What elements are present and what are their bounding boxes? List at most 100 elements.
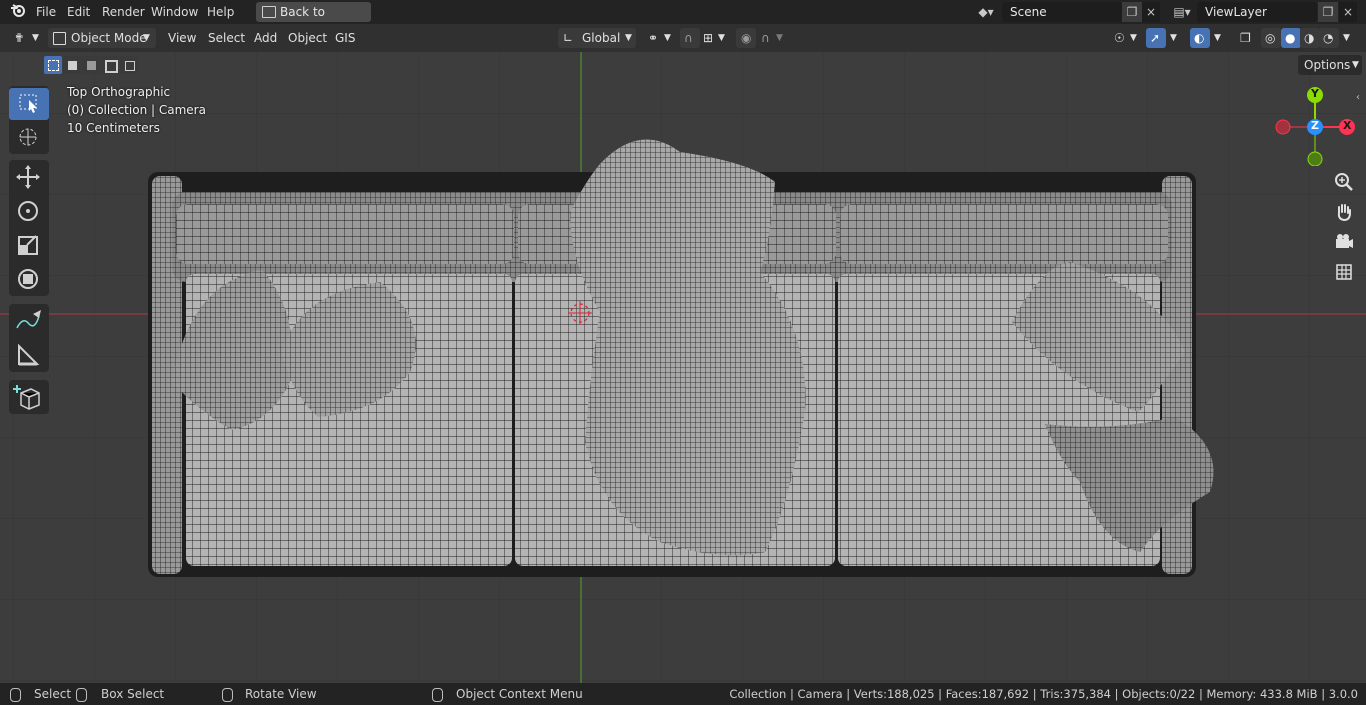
- chevron-down-icon: ▼: [1352, 60, 1359, 70]
- shading-dropdown[interactable]: ▼: [1340, 28, 1356, 48]
- select-intersect-mode-button[interactable]: [120, 56, 138, 74]
- viewlayer-name: ViewLayer: [1205, 5, 1267, 19]
- menu-window[interactable]: Window: [151, 0, 198, 24]
- measure-tool[interactable]: [9, 340, 49, 372]
- pivot-point-dropdown[interactable]: ⚭ ▼: [646, 28, 674, 48]
- new-scene-icon[interactable]: ❐: [1122, 2, 1142, 22]
- menu-select[interactable]: Select: [208, 28, 245, 48]
- annotate-tool[interactable]: [9, 306, 49, 338]
- delete-viewlayer-icon[interactable]: ×: [1339, 2, 1357, 22]
- transform-icon: [18, 269, 38, 289]
- add-cube-tool[interactable]: [9, 381, 49, 413]
- select-invert-icon: [105, 60, 118, 73]
- pan-button[interactable]: [1331, 199, 1357, 225]
- shading-rendered-button[interactable]: ◔: [1319, 28, 1339, 48]
- camera-icon: [1336, 234, 1353, 248]
- chevron-down-icon: ▼: [32, 33, 39, 43]
- tool-shelf-annotate: [9, 304, 49, 372]
- zoom-button[interactable]: [1331, 169, 1357, 195]
- shading-wireframe-button[interactable]: ◎: [1261, 28, 1281, 48]
- select-intersect-icon: [125, 61, 135, 71]
- gizmo-dropdown[interactable]: ▼: [1167, 28, 1183, 48]
- menu-edit[interactable]: Edit: [67, 0, 90, 24]
- blender-logo-icon[interactable]: [8, 2, 28, 22]
- add-cube-icon: [13, 385, 40, 410]
- chevron-down-icon: ▼: [1214, 33, 1221, 43]
- viewport-scene: [0, 52, 1366, 683]
- scene-type-icon[interactable]: ◆▾: [972, 2, 1000, 22]
- tool-shelf-add: [9, 380, 49, 414]
- view-name-label: Top Orthographic: [67, 85, 171, 99]
- move-tool[interactable]: [9, 162, 49, 194]
- menu-view[interactable]: View: [168, 28, 196, 48]
- select-new-icon: [48, 60, 59, 71]
- transform-tool[interactable]: [9, 264, 49, 296]
- menu-add[interactable]: Add: [254, 28, 277, 48]
- tool-shelf-top: [9, 86, 49, 154]
- status-context-menu-label: Object Context Menu: [456, 687, 583, 701]
- perspective-toggle-button[interactable]: [1331, 259, 1357, 285]
- rotate-tool[interactable]: [9, 196, 49, 228]
- menu-gis[interactable]: GIS: [335, 28, 355, 48]
- camera-view-button[interactable]: [1331, 229, 1357, 255]
- scale-tool[interactable]: [9, 230, 49, 262]
- navigation-gizmo[interactable]: Y Z X: [1272, 86, 1358, 167]
- scene-selector[interactable]: Scene: [1002, 2, 1122, 22]
- gizmo-toggle[interactable]: ➚: [1146, 28, 1166, 48]
- editor-type-dropdown[interactable]: ✟ ▼: [8, 28, 42, 48]
- proportional-edit-icon: ◉: [741, 31, 752, 45]
- transform-orientation-dropdown[interactable]: ∟ Global ▼: [558, 28, 636, 48]
- viewlayer-type-icon[interactable]: ▤▾: [1168, 2, 1196, 22]
- options-dropdown[interactable]: Options ▼: [1298, 55, 1362, 75]
- chevron-down-icon: ▼: [625, 33, 632, 43]
- annotate-pen-icon: [16, 310, 41, 329]
- ruler-icon: [18, 343, 40, 366]
- chevron-down-icon: ▼: [1130, 33, 1137, 43]
- gizmo-y-label: Y: [1311, 87, 1319, 100]
- menu-object[interactable]: Object: [288, 28, 327, 48]
- sidebar-toggle-icon[interactable]: ‹: [1356, 92, 1366, 106]
- status-rotate-view-label: Rotate View: [245, 687, 317, 701]
- mouse-left-icon: [10, 688, 21, 702]
- select-extend-mode-button[interactable]: [63, 56, 81, 74]
- shading-material-button[interactable]: ◑: [1300, 28, 1320, 48]
- menu-file[interactable]: File: [36, 0, 56, 24]
- chevron-down-icon: ▼: [664, 33, 671, 43]
- new-viewlayer-icon[interactable]: ❐: [1318, 2, 1338, 22]
- 3d-viewport[interactable]: Top Orthographic (0) Collection | Camera…: [0, 52, 1366, 683]
- delete-scene-icon[interactable]: ×: [1142, 2, 1160, 22]
- menu-help[interactable]: Help: [207, 0, 234, 24]
- select-invert-mode-button[interactable]: [101, 56, 119, 74]
- pivot-icon: ⚭: [648, 31, 659, 45]
- xray-toggle[interactable]: ❐: [1236, 28, 1256, 48]
- overlays-dropdown[interactable]: ▼: [1211, 28, 1227, 48]
- select-new-mode-button[interactable]: [44, 56, 62, 74]
- chevron-down-icon: ▼: [718, 33, 725, 43]
- eye-icon: ☉: [1114, 31, 1125, 45]
- options-label: Options: [1304, 58, 1351, 72]
- gizmo-z-label: Z: [1311, 119, 1319, 132]
- overlays-toggle[interactable]: ◐: [1190, 28, 1210, 48]
- select-box-tool[interactable]: [9, 88, 49, 120]
- zoom-icon: [1335, 173, 1353, 191]
- status-bar: Select Box Select Rotate View Object Con…: [0, 683, 1366, 705]
- visibility-dropdown[interactable]: ☉ ▼: [1112, 28, 1140, 48]
- back-to-previous-button[interactable]: Back to Previous: [256, 2, 371, 39]
- proportional-edit-toggle[interactable]: ◉: [736, 28, 756, 48]
- grid-icon: [1336, 264, 1352, 280]
- cursor-tool[interactable]: [9, 122, 49, 154]
- mode-dropdown[interactable]: Object Mode ▼: [48, 28, 156, 48]
- snap-toggle[interactable]: ∩: [680, 28, 700, 48]
- viewlayer-selector[interactable]: ViewLayer: [1197, 2, 1317, 22]
- snap-target-dropdown[interactable]: ⊞ ▼: [700, 28, 728, 48]
- rendered-shading-icon: ◔: [1323, 31, 1334, 45]
- falloff-dropdown[interactable]: ∩ ▼: [758, 28, 786, 48]
- menu-render[interactable]: Render: [102, 0, 145, 24]
- select-mode-group: [44, 56, 140, 74]
- top-menu-bar: File Edit Render Window Help Back to Pre…: [0, 0, 1366, 39]
- status-select-label: Select: [34, 687, 72, 701]
- shading-solid-button[interactable]: ●: [1281, 28, 1301, 48]
- chevron-down-icon: ▼: [143, 33, 150, 43]
- select-subtract-mode-button[interactable]: [82, 56, 100, 74]
- object-mode-icon: [53, 32, 66, 45]
